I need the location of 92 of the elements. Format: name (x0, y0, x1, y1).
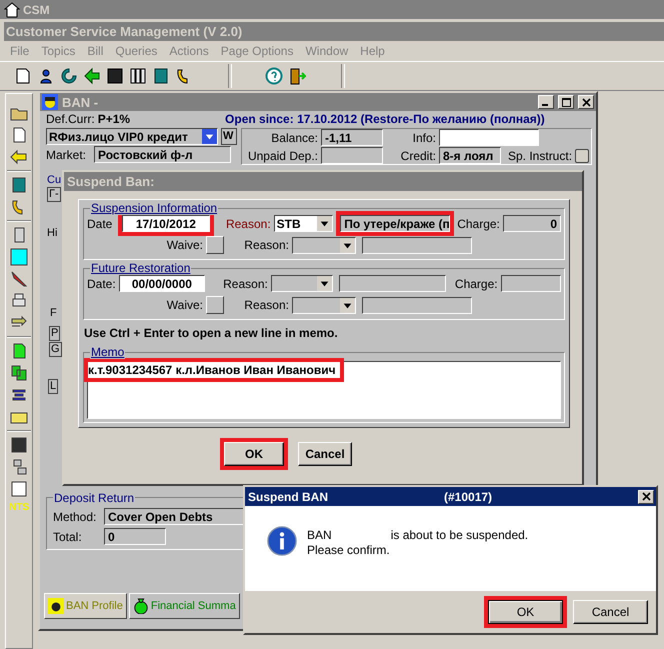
date-field[interactable]: 17/10/2012 (122, 215, 210, 232)
waive-button[interactable] (206, 296, 224, 314)
credit-field: 8-я лоял (439, 147, 501, 164)
close-button[interactable] (638, 490, 654, 504)
dialog-title: Suspend Ban: (67, 174, 154, 189)
reason-label: Reason: (224, 216, 271, 230)
dialog-button[interactable]: OK (224, 442, 284, 466)
info-icon (267, 526, 297, 556)
credit-label: Credit: (400, 148, 436, 162)
reason-dropdown[interactable] (292, 296, 356, 314)
account-status-text: Open since: 17.10.2012 (Restore-По желанию (полная)) (225, 112, 545, 126)
market-field: Ростовский ф-л (94, 146, 232, 163)
sp-instruct-checkbox[interactable] (575, 148, 590, 162)
balance-label: Balance: (270, 130, 318, 144)
help-icon[interactable] (265, 67, 283, 85)
dialog-button[interactable]: Cancel (573, 600, 648, 624)
reason-dropdown[interactable] (292, 236, 356, 254)
app-icon (4, 2, 20, 18)
message-text: BAN (307, 528, 332, 542)
market-label: Market: (46, 148, 86, 162)
money-bag-icon (132, 598, 149, 614)
unpaid-deposit-label: Unpaid Dep.: (246, 148, 318, 162)
memo-hint: Use Ctrl + Enter to open a new line in memo. (84, 326, 339, 340)
confirm-title: Suspend BAN (248, 490, 328, 504)
account-window-title: BAN - (62, 94, 98, 110)
total-label: Total: (53, 530, 83, 544)
minimize-button[interactable] (538, 95, 554, 109)
columns-icon[interactable] (129, 67, 147, 85)
close-button[interactable] (578, 95, 594, 109)
close-icon (582, 98, 590, 106)
waive-label: Waive: (166, 238, 203, 252)
memo-text: к.т.9031234567 к.л.Иванов Иван Иванович (88, 363, 336, 377)
close-icon (642, 492, 650, 501)
window-title: Customer Service Management (V 2.0) (6, 24, 242, 39)
dialog-button[interactable]: OK (488, 600, 563, 624)
info-label: Info: (412, 130, 436, 144)
reason-description-field: По утере/краже (п (340, 215, 450, 232)
screwdriver-icon[interactable] (10, 270, 28, 288)
tab[interactable]: Financial Summa (128, 593, 240, 619)
method-field: Cover Open Debts (104, 508, 244, 525)
account-type-dropdown[interactable]: RФиз.лицо VIP0 кредит (46, 128, 218, 145)
maximize-icon (562, 98, 570, 106)
partial-field: G (49, 342, 62, 357)
waive-button[interactable] (206, 236, 224, 254)
unpaid-deposit-field (321, 147, 383, 164)
reason-label: Reason: (243, 238, 289, 252)
charge-label: Charge: (457, 216, 500, 230)
group-title: Deposit Return (53, 491, 136, 505)
partial-field: P (49, 326, 60, 341)
group-title: Memo (90, 345, 126, 359)
balance-field: -1,11 (321, 129, 383, 146)
message-text: is about to be suspended. (390, 528, 528, 542)
charge-field: 0 (502, 215, 561, 232)
maximize-button[interactable] (558, 95, 574, 109)
group-title: Suspension Information (90, 201, 218, 215)
exit-door-icon[interactable] (288, 67, 306, 85)
partial-label: Hi (47, 227, 58, 240)
message-text: Please confirm. (307, 543, 391, 557)
message-code: (#10017) (444, 490, 492, 504)
charge-label: Charge: (454, 276, 498, 290)
def-curr-value: P+1% (98, 112, 130, 126)
date-field[interactable]: 00/00/0000 (119, 275, 205, 292)
partial-label: F (50, 307, 57, 320)
partial-field: L (48, 379, 58, 394)
reason-label: Reason: (243, 298, 289, 312)
charge-field (500, 275, 561, 292)
waive-label: Waive: (166, 298, 203, 312)
reason-dropdown[interactable]: STB (274, 215, 334, 232)
date-label: Date: (87, 276, 116, 290)
memo-field[interactable]: к.т.9031234567 к.л.Иванов Иван Иванович (87, 361, 561, 419)
app-title: CSM (23, 2, 50, 16)
date-label: Date (87, 216, 114, 230)
back-arrow-icon[interactable] (83, 67, 101, 85)
tab[interactable]: BAN Profile (44, 593, 127, 619)
pages-icon[interactable] (10, 364, 28, 382)
info-field[interactable] (439, 129, 539, 146)
reason-label: Reason: (222, 276, 268, 290)
sp-instruct-label: Sp. Instruct: (508, 148, 572, 162)
w-indicator: W (221, 128, 237, 145)
panel-icon[interactable] (10, 248, 28, 266)
window-icon[interactable] (10, 480, 28, 498)
reason-dropdown[interactable] (270, 275, 333, 292)
total-field: 0 (104, 528, 166, 545)
def-curr-label: Def.Curr: (46, 112, 95, 126)
group-title: Future Restoration (90, 261, 192, 275)
method-label: Method: (53, 510, 98, 524)
partial-field: Г- (47, 187, 61, 202)
dialog-button[interactable]: Cancel (298, 442, 352, 466)
arrow-icon[interactable] (10, 148, 28, 166)
partial-label: Cu (47, 174, 62, 187)
refresh-icon[interactable] (60, 67, 78, 85)
document-icon[interactable] (14, 67, 32, 85)
